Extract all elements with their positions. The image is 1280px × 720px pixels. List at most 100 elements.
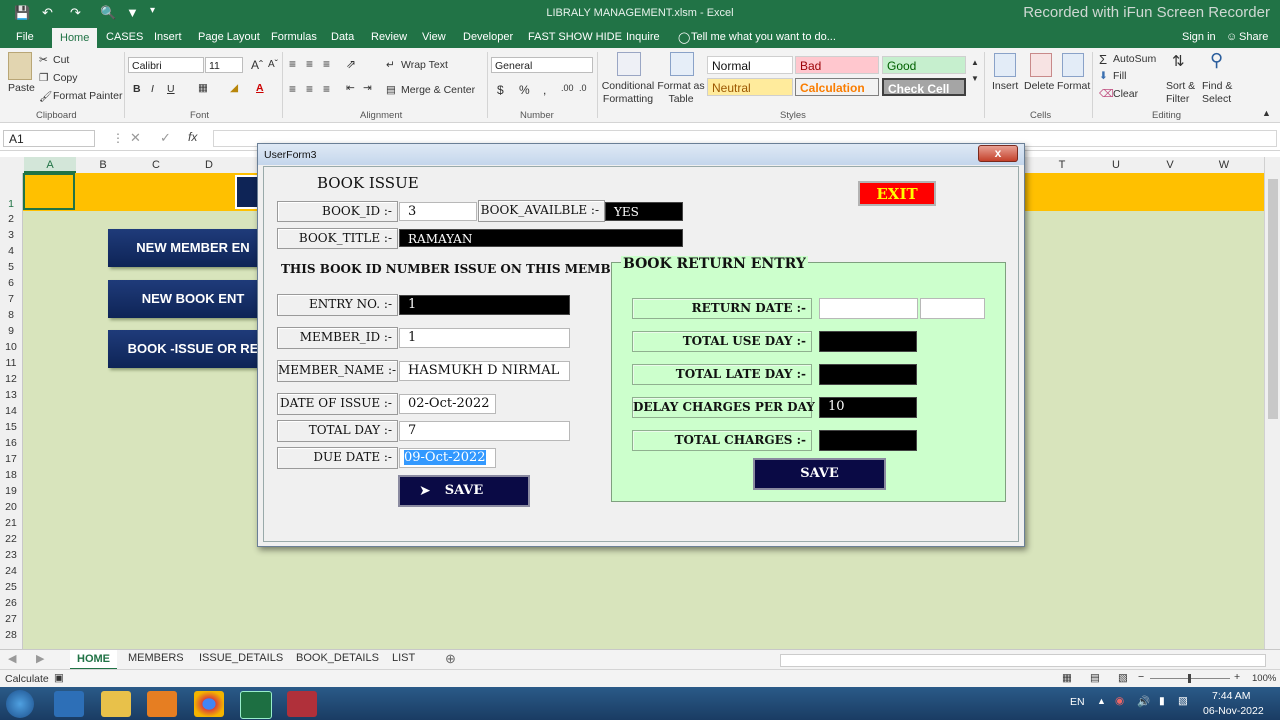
increase-font-icon[interactable]: Aˆ — [251, 58, 263, 72]
row-header[interactable]: 24 — [0, 565, 22, 577]
comma-style-icon[interactable]: , — [543, 83, 546, 97]
total-charges-field[interactable] — [819, 430, 917, 451]
row-header[interactable]: 8 — [0, 309, 22, 321]
selected-cell[interactable] — [23, 173, 75, 210]
fill-button[interactable]: Fill — [1113, 70, 1126, 82]
style-good[interactable]: Good — [882, 56, 966, 74]
row-header[interactable]: 5 — [0, 261, 22, 273]
column-header-b[interactable]: B — [77, 159, 129, 171]
member-name-field[interactable]: HASMUKH D NIRMAL — [399, 361, 570, 381]
paste-icon[interactable] — [8, 52, 32, 80]
new-member-entry-button[interactable]: NEW MEMBER EN — [108, 229, 278, 267]
clock-time[interactable]: 7:44 AM — [1212, 690, 1251, 702]
normal-view-icon[interactable]: ▦ — [1062, 672, 1072, 684]
total-late-day-field[interactable] — [819, 364, 917, 385]
row-header[interactable]: 19 — [0, 485, 22, 497]
number-format-select[interactable]: General — [491, 57, 593, 73]
underline-icon[interactable]: U — [167, 83, 175, 95]
autosum-button[interactable]: AutoSum — [1113, 53, 1156, 65]
delay-charges-field[interactable]: 10 — [819, 397, 917, 418]
copy-button[interactable]: Copy — [53, 72, 78, 84]
style-check-cell[interactable]: Check Cell — [882, 78, 966, 96]
scrollbar-thumb[interactable] — [1268, 179, 1278, 419]
sign-in-link[interactable]: Sign in — [1182, 31, 1216, 43]
sort-filter-button[interactable]: Sort & Filter — [1166, 80, 1202, 106]
column-header-t[interactable]: T — [1036, 159, 1088, 171]
sheet-tab-issue-details[interactable]: ISSUE_DETAILS — [199, 652, 283, 664]
zoom-out-icon[interactable]: − — [1138, 671, 1144, 683]
share-icon[interactable]: ☺ — [1226, 31, 1237, 43]
issue-save-button[interactable]: SAVE — [398, 475, 530, 507]
tell-me-search[interactable]: Tell me what you want to do... — [691, 31, 836, 43]
tab-formulas[interactable]: Formulas — [271, 31, 317, 43]
align-left-icon[interactable]: ≡ — [289, 82, 296, 96]
styles-scroll-up-icon[interactable]: ▲ — [971, 58, 979, 67]
row-header[interactable]: 2 — [0, 213, 22, 225]
decrease-decimal-icon[interactable]: .0 — [579, 83, 587, 93]
align-bottom-icon[interactable]: ≡ — [323, 57, 330, 71]
format-as-table-button[interactable]: Format as Table — [657, 80, 705, 106]
tab-file[interactable]: File — [16, 31, 34, 43]
tab-home[interactable]: Home — [52, 28, 98, 48]
conditional-formatting-button[interactable]: Conditional Formatting — [601, 80, 655, 106]
member-id-field[interactable]: 1 — [399, 328, 570, 348]
format-painter-button[interactable]: Format Painter — [53, 90, 122, 102]
increase-decimal-icon[interactable]: .00 — [561, 83, 574, 93]
row-header[interactable]: 21 — [0, 517, 22, 529]
row-header[interactable]: 7 — [0, 293, 22, 305]
macro-record-icon[interactable]: ▣ — [54, 672, 64, 684]
column-header-w[interactable]: W — [1197, 159, 1251, 171]
column-header-v[interactable]: V — [1143, 159, 1197, 171]
zoom-level[interactable]: 100% — [1252, 673, 1276, 684]
row-header[interactable]: 25 — [0, 581, 22, 593]
percent-icon[interactable]: % — [519, 83, 530, 97]
chrome-icon[interactable] — [194, 691, 224, 717]
date-of-issue-field[interactable]: 02-Oct-2022 — [399, 394, 496, 414]
enter-icon[interactable]: ✓ — [160, 130, 171, 146]
row-header[interactable]: 13 — [0, 389, 22, 401]
decrease-indent-icon[interactable]: ⇤ — [346, 82, 355, 94]
row-header[interactable]: 6 — [0, 277, 22, 289]
styles-scroll-down-icon[interactable]: ▼ — [971, 74, 979, 83]
font-name-select[interactable]: Calibri — [128, 57, 204, 73]
tab-fast-show-hide[interactable]: FAST SHOW HIDE — [528, 31, 622, 43]
decrease-font-icon[interactable]: Aˇ — [268, 59, 278, 70]
row-header[interactable]: 22 — [0, 533, 22, 545]
row-header[interactable]: 20 — [0, 501, 22, 513]
network-icon[interactable]: ▮ — [1159, 695, 1165, 707]
tab-data[interactable]: Data — [331, 31, 354, 43]
font-color-icon[interactable]: A — [256, 82, 264, 94]
font-size-select[interactable]: 11 — [205, 57, 243, 73]
row-header[interactable]: 17 — [0, 453, 22, 465]
clock-date[interactable]: 06-Nov-2022 — [1203, 705, 1264, 717]
row-header[interactable]: 27 — [0, 613, 22, 625]
row-header[interactable]: 14 — [0, 405, 22, 417]
horizontal-scrollbar[interactable] — [780, 654, 1266, 667]
column-header-a[interactable]: A — [24, 157, 76, 173]
merge-center-button[interactable]: Merge & Center — [401, 84, 475, 96]
scroll-tabs-right-icon[interactable]: ▶ — [36, 652, 44, 665]
recorder-tray-icon[interactable]: ◉ — [1115, 695, 1124, 707]
zoom-slider-thumb[interactable] — [1188, 674, 1191, 683]
row-header[interactable]: 4 — [0, 245, 22, 257]
total-use-day-field[interactable] — [819, 331, 917, 352]
orientation-icon[interactable]: ⇗ — [346, 57, 356, 71]
ie-icon[interactable] — [54, 691, 84, 717]
total-day-field[interactable]: 7 — [399, 421, 570, 441]
align-center-icon[interactable]: ≡ — [306, 82, 313, 96]
book-id-field[interactable]: 3 — [399, 202, 477, 221]
screen-recorder-icon[interactable] — [287, 691, 317, 717]
entry-no-field[interactable]: 1 — [399, 295, 570, 315]
row-header[interactable]: 16 — [0, 437, 22, 449]
tray-expand-icon[interactable]: ▲ — [1097, 696, 1106, 706]
currency-icon[interactable]: $ — [497, 83, 504, 97]
italic-icon[interactable]: I — [151, 83, 154, 95]
tab-page-layout[interactable]: Page Layout — [198, 31, 260, 43]
start-button[interactable] — [6, 690, 34, 718]
row-header[interactable]: 12 — [0, 373, 22, 385]
file-explorer-icon[interactable] — [101, 691, 131, 717]
column-header-d[interactable]: D — [183, 159, 235, 171]
return-save-button[interactable]: SAVE — [753, 458, 886, 490]
volume-icon[interactable]: 🔊 — [1137, 695, 1150, 708]
vertical-scrollbar[interactable] — [1264, 157, 1280, 649]
